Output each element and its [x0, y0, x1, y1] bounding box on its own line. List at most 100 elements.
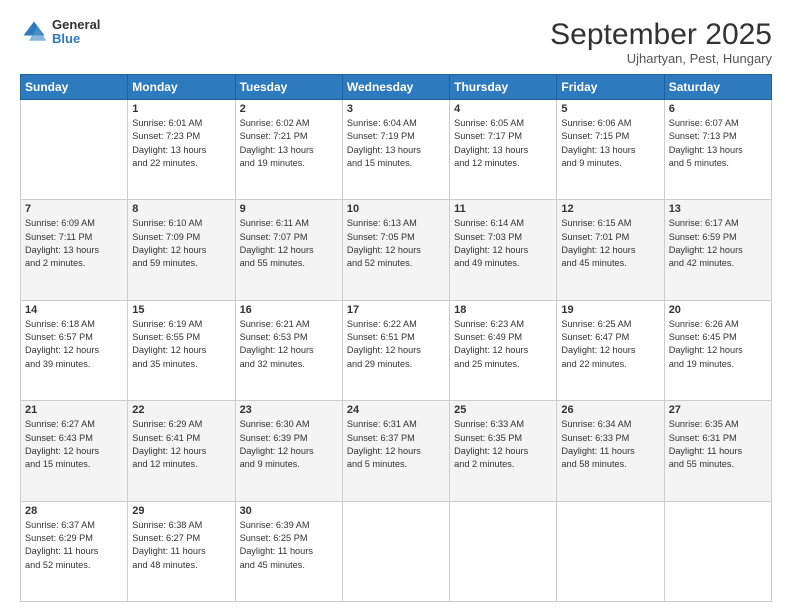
logo-text: General Blue [52, 18, 100, 47]
table-row: 8 Sunrise: 6:10 AM Sunset: 7:09 PM Daylig… [128, 200, 235, 300]
day-number: 30 [240, 505, 338, 517]
day-info: Sunrise: 6:31 AM Sunset: 6:37 PM Dayligh… [347, 418, 445, 471]
table-row [342, 501, 449, 601]
table-row [557, 501, 664, 601]
day-number: 6 [669, 103, 767, 115]
day-info: Sunrise: 6:17 AM Sunset: 6:59 PM Dayligh… [669, 217, 767, 270]
day-info: Sunrise: 6:13 AM Sunset: 7:05 PM Dayligh… [347, 217, 445, 270]
table-row [450, 501, 557, 601]
logo-line1: General [52, 18, 100, 32]
day-info: Sunrise: 6:15 AM Sunset: 7:01 PM Dayligh… [561, 217, 659, 270]
header-wednesday: Wednesday [342, 75, 449, 100]
day-info: Sunrise: 6:19 AM Sunset: 6:55 PM Dayligh… [132, 318, 230, 371]
calendar-week-row: 1Sunrise: 6:01 AM Sunset: 7:23 PM Daylig… [21, 100, 772, 200]
day-info: Sunrise: 6:06 AM Sunset: 7:15 PM Dayligh… [561, 117, 659, 170]
day-number: 11 [454, 203, 552, 215]
logo-line2: Blue [52, 32, 100, 46]
day-info: Sunrise: 6:30 AM Sunset: 6:39 PM Dayligh… [240, 418, 338, 471]
table-row: 24 Sunrise: 6:31 AM Sunset: 6:37 PM Dayli… [342, 401, 449, 501]
day-number: 17 [347, 304, 445, 316]
day-number: 3 [347, 103, 445, 115]
day-number: 10 [347, 203, 445, 215]
calendar-week-row: 28 Sunrise: 6:37 AM Sunset: 6:29 PM Dayli… [21, 501, 772, 601]
logo: General Blue [20, 18, 100, 47]
table-row: 26 Sunrise: 6:34 AM Sunset: 6:33 PM Dayli… [557, 401, 664, 501]
table-row: 1Sunrise: 6:01 AM Sunset: 7:23 PM Daylig… [128, 100, 235, 200]
day-number: 5 [561, 103, 659, 115]
month-title: September 2025 [550, 18, 772, 51]
table-row: 20Sunrise: 6:26 AM Sunset: 6:45 PM Dayli… [664, 300, 771, 400]
header-sunday: Sunday [21, 75, 128, 100]
table-row: 19 Sunrise: 6:25 AM Sunset: 6:47 PM Dayli… [557, 300, 664, 400]
table-row [664, 501, 771, 601]
day-info: Sunrise: 6:39 AM Sunset: 6:25 PM Dayligh… [240, 519, 338, 572]
day-number: 16 [240, 304, 338, 316]
day-number: 8 [132, 203, 230, 215]
table-row: 2 Sunrise: 6:02 AM Sunset: 7:21 PM Daylig… [235, 100, 342, 200]
day-number: 19 [561, 304, 659, 316]
calendar-week-row: 7 Sunrise: 6:09 AM Sunset: 7:11 PM Daylig… [21, 200, 772, 300]
day-info: Sunrise: 6:37 AM Sunset: 6:29 PM Dayligh… [25, 519, 123, 572]
day-info: Sunrise: 6:04 AM Sunset: 7:19 PM Dayligh… [347, 117, 445, 170]
day-number: 7 [25, 203, 123, 215]
day-info: Sunrise: 6:05 AM Sunset: 7:17 PM Dayligh… [454, 117, 552, 170]
day-info: Sunrise: 6:38 AM Sunset: 6:27 PM Dayligh… [132, 519, 230, 572]
table-row: 30 Sunrise: 6:39 AM Sunset: 6:25 PM Dayli… [235, 501, 342, 601]
calendar-table: Sunday Monday Tuesday Wednesday Thursday… [20, 74, 772, 602]
table-row: 16 Sunrise: 6:21 AM Sunset: 6:53 PM Dayli… [235, 300, 342, 400]
table-row: 29Sunrise: 6:38 AM Sunset: 6:27 PM Dayli… [128, 501, 235, 601]
table-row: 15 Sunrise: 6:19 AM Sunset: 6:55 PM Dayli… [128, 300, 235, 400]
day-number: 24 [347, 404, 445, 416]
day-info: Sunrise: 6:29 AM Sunset: 6:41 PM Dayligh… [132, 418, 230, 471]
day-info: Sunrise: 6:21 AM Sunset: 6:53 PM Dayligh… [240, 318, 338, 371]
day-number: 28 [25, 505, 123, 517]
day-number: 25 [454, 404, 552, 416]
header-saturday: Saturday [664, 75, 771, 100]
day-info: Sunrise: 6:02 AM Sunset: 7:21 PM Dayligh… [240, 117, 338, 170]
day-number: 13 [669, 203, 767, 215]
header: General Blue September 2025 Ujhartyan, P… [20, 18, 772, 66]
day-info: Sunrise: 6:07 AM Sunset: 7:13 PM Dayligh… [669, 117, 767, 170]
table-row: 25 Sunrise: 6:33 AM Sunset: 6:35 PM Dayli… [450, 401, 557, 501]
table-row: 23 Sunrise: 6:30 AM Sunset: 6:39 PM Dayli… [235, 401, 342, 501]
day-info: Sunrise: 6:22 AM Sunset: 6:51 PM Dayligh… [347, 318, 445, 371]
logo-icon [20, 18, 48, 46]
day-number: 23 [240, 404, 338, 416]
day-number: 2 [240, 103, 338, 115]
location-subtitle: Ujhartyan, Pest, Hungary [550, 51, 772, 66]
calendar-header-row: Sunday Monday Tuesday Wednesday Thursday… [21, 75, 772, 100]
day-number: 4 [454, 103, 552, 115]
day-number: 22 [132, 404, 230, 416]
header-monday: Monday [128, 75, 235, 100]
day-info: Sunrise: 6:09 AM Sunset: 7:11 PM Dayligh… [25, 217, 123, 270]
table-row: 17 Sunrise: 6:22 AM Sunset: 6:51 PM Dayli… [342, 300, 449, 400]
table-row: 6 Sunrise: 6:07 AM Sunset: 7:13 PM Daylig… [664, 100, 771, 200]
day-number: 26 [561, 404, 659, 416]
day-info: Sunrise: 6:33 AM Sunset: 6:35 PM Dayligh… [454, 418, 552, 471]
day-info: Sunrise: 6:14 AM Sunset: 7:03 PM Dayligh… [454, 217, 552, 270]
day-number: 21 [25, 404, 123, 416]
day-number: 15 [132, 304, 230, 316]
table-row: 21 Sunrise: 6:27 AM Sunset: 6:43 PM Dayli… [21, 401, 128, 501]
table-row: 14Sunrise: 6:18 AM Sunset: 6:57 PM Dayli… [21, 300, 128, 400]
day-info: Sunrise: 6:10 AM Sunset: 7:09 PM Dayligh… [132, 217, 230, 270]
table-row: 28 Sunrise: 6:37 AM Sunset: 6:29 PM Dayli… [21, 501, 128, 601]
day-info: Sunrise: 6:25 AM Sunset: 6:47 PM Dayligh… [561, 318, 659, 371]
table-row: 18Sunrise: 6:23 AM Sunset: 6:49 PM Dayli… [450, 300, 557, 400]
day-info: Sunrise: 6:27 AM Sunset: 6:43 PM Dayligh… [25, 418, 123, 471]
table-row: 7 Sunrise: 6:09 AM Sunset: 7:11 PM Daylig… [21, 200, 128, 300]
table-row: 3 Sunrise: 6:04 AM Sunset: 7:19 PM Daylig… [342, 100, 449, 200]
table-row [21, 100, 128, 200]
day-info: Sunrise: 6:34 AM Sunset: 6:33 PM Dayligh… [561, 418, 659, 471]
day-number: 20 [669, 304, 767, 316]
day-info: Sunrise: 6:18 AM Sunset: 6:57 PM Dayligh… [25, 318, 123, 371]
table-row: 12 Sunrise: 6:15 AM Sunset: 7:01 PM Dayli… [557, 200, 664, 300]
calendar-week-row: 14Sunrise: 6:18 AM Sunset: 6:57 PM Dayli… [21, 300, 772, 400]
table-row: 9Sunrise: 6:11 AM Sunset: 7:07 PM Daylig… [235, 200, 342, 300]
day-number: 27 [669, 404, 767, 416]
table-row: 22 Sunrise: 6:29 AM Sunset: 6:41 PM Dayli… [128, 401, 235, 501]
day-number: 18 [454, 304, 552, 316]
day-info: Sunrise: 6:01 AM Sunset: 7:23 PM Dayligh… [132, 117, 230, 170]
day-number: 12 [561, 203, 659, 215]
table-row: 27Sunrise: 6:35 AM Sunset: 6:31 PM Dayli… [664, 401, 771, 501]
